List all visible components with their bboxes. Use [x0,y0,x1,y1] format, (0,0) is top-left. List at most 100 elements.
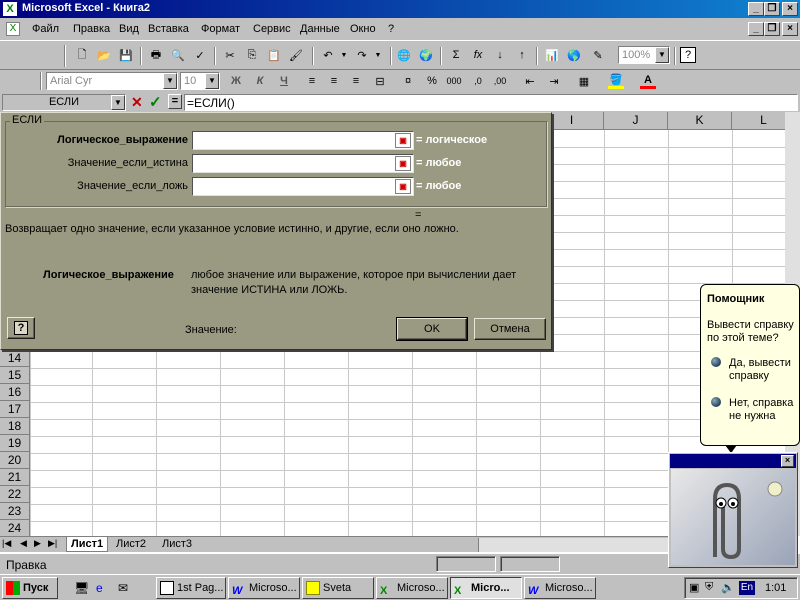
chevron-down-icon[interactable]: ▼ [205,73,219,89]
task-sveta-folder[interactable]: Sveta [302,577,374,599]
doc-restore-button[interactable]: ❐ [764,22,780,36]
undo-icon[interactable]: ↶ [320,47,336,63]
arg-input-false[interactable]: ▣ [192,177,414,196]
tray-icon[interactable]: ▣ [689,581,699,594]
row-header[interactable]: 14 [0,350,30,367]
arg-input-true[interactable]: ▣ [192,154,414,173]
assistant-close-button[interactable]: × [781,455,794,467]
column-header-l[interactable]: L [732,112,785,130]
menu-tools[interactable]: Сервис [253,23,291,35]
assistant-option-no[interactable]: Нет, справка не нужна [729,397,797,423]
hyperlink-icon[interactable]: 🌐 [396,47,412,63]
sheet-tab-2[interactable]: Лист2 [112,537,150,552]
help-button[interactable]: ? [7,317,35,339]
row-header[interactable]: 21 [0,469,30,486]
chevron-down-icon[interactable]: ▼ [163,73,177,89]
sheet-tab-3[interactable]: Лист3 [158,537,196,552]
cut-icon[interactable]: ✂ [222,47,238,63]
office-assistant-icon[interactable]: ? [680,47,696,63]
bold-icon[interactable]: Ж [228,73,244,89]
undo-dropdown-icon[interactable]: ▼ [336,47,352,63]
italic-icon[interactable]: К [252,73,268,89]
menu-data[interactable]: Данные [300,23,340,35]
font-size-combo[interactable]: 10 ▼ [180,72,220,90]
drawing-icon[interactable]: ✎ [590,47,606,63]
row-header[interactable]: 20 [0,452,30,469]
open-icon[interactable]: 📂 [96,47,112,63]
web-toolbar-icon[interactable]: 🌍 [418,47,434,63]
increase-indent-icon[interactable]: ⇥ [546,73,562,89]
row-header[interactable]: 18 [0,418,30,435]
speaker-icon[interactable]: 🔈 [721,581,735,594]
font-color-icon[interactable]: A [640,73,656,89]
function-wizard-icon[interactable]: fx [470,47,486,63]
new-icon[interactable]: 🗋 [74,47,90,63]
chevron-down-icon[interactable]: ▼ [111,95,125,110]
row-header[interactable]: 19 [0,435,30,452]
sort-ascending-icon[interactable]: ↓ [492,47,508,63]
format-painter-icon[interactable]: 🖌 [288,47,304,63]
underline-icon[interactable]: Ч [276,73,292,89]
arg-input-logical[interactable]: ▣ [192,131,414,150]
print-icon[interactable]: 🖶 [148,47,164,63]
menu-edit[interactable]: Правка [73,23,110,35]
menu-window[interactable]: Окно [350,23,376,35]
enter-formula-icon[interactable]: ✓ [149,93,162,111]
column-header-j[interactable]: J [604,112,668,130]
redo-dropdown-icon[interactable]: ▼ [370,47,386,63]
borders-icon[interactable]: ▦ [576,73,592,89]
task-excel-1[interactable]: X Microso... [376,577,448,599]
workbook-icon[interactable]: X [6,22,20,36]
zoom-combo[interactable]: 100% ▼ [618,46,670,64]
row-header[interactable]: 24 [0,520,30,536]
map-icon[interactable]: 🌎 [566,47,582,63]
row-header[interactable]: 22 [0,486,30,503]
comma-style-icon[interactable]: 000 [446,73,462,89]
currency-icon[interactable]: ¤ [400,73,416,89]
menu-file[interactable]: Файл [32,23,59,35]
sort-descending-icon[interactable]: ↑ [514,47,530,63]
restore-button[interactable]: ❐ [764,2,780,16]
chevron-down-icon[interactable]: ▼ [655,47,669,63]
collapse-dialog-icon[interactable]: ▣ [395,156,411,171]
column-header-k[interactable]: K [668,112,732,130]
save-icon[interactable]: 💾 [118,47,134,63]
next-sheet-icon[interactable]: ▶ [34,538,41,549]
prev-sheet-icon[interactable]: ◀ [20,538,27,549]
align-right-icon[interactable]: ≡ [348,73,364,89]
paste-icon[interactable]: 📋 [266,47,282,63]
row-header[interactable]: 17 [0,401,30,418]
last-sheet-icon[interactable]: ▶| [48,538,57,549]
first-sheet-icon[interactable]: |◀ [2,538,11,549]
collapse-dialog-icon[interactable]: ▣ [395,133,411,148]
merge-center-icon[interactable]: ⊟ [372,73,388,89]
align-left-icon[interactable]: ≡ [304,73,320,89]
language-indicator[interactable]: En [739,581,755,595]
row-header[interactable]: 16 [0,384,30,401]
minimize-button[interactable]: _ [748,2,764,16]
collapse-dialog-icon[interactable]: ▣ [395,179,411,194]
task-word-2[interactable]: W Microso... [524,577,596,599]
option-bullet-icon[interactable] [711,397,721,407]
outlook-icon[interactable]: ✉ [118,581,128,595]
sheet-tab-1[interactable]: Лист1 [66,537,109,552]
row-header[interactable]: 15 [0,367,30,384]
task-1st-page[interactable]: 1st Pag... [156,577,226,599]
ie-icon[interactable]: e [96,581,103,595]
shield-icon[interactable]: ⛨ [705,581,713,594]
assistant-option-yes[interactable]: Да, вывести справку [729,357,797,383]
fill-color-icon[interactable]: 🪣 [608,73,624,89]
close-button[interactable]: × [782,2,798,16]
desktop-icon[interactable]: 🖥 [74,581,89,595]
equals-icon[interactable]: = [168,94,182,109]
increase-decimal-icon[interactable]: ,0 [470,73,486,89]
menu-view[interactable]: Вид [119,23,139,35]
preview-icon[interactable]: 🔍 [170,47,186,63]
font-combo[interactable]: Arial Cyr ▼ [46,72,178,90]
cancel-formula-icon[interactable]: ✕ [131,94,143,111]
task-excel-active[interactable]: X Micro... [450,577,522,599]
spelling-icon[interactable]: ✓ [192,47,208,63]
name-box[interactable]: ЕСЛИ ▼ [2,94,126,111]
menu-help[interactable]: ? [388,23,394,35]
doc-close-button[interactable]: × [782,22,798,36]
